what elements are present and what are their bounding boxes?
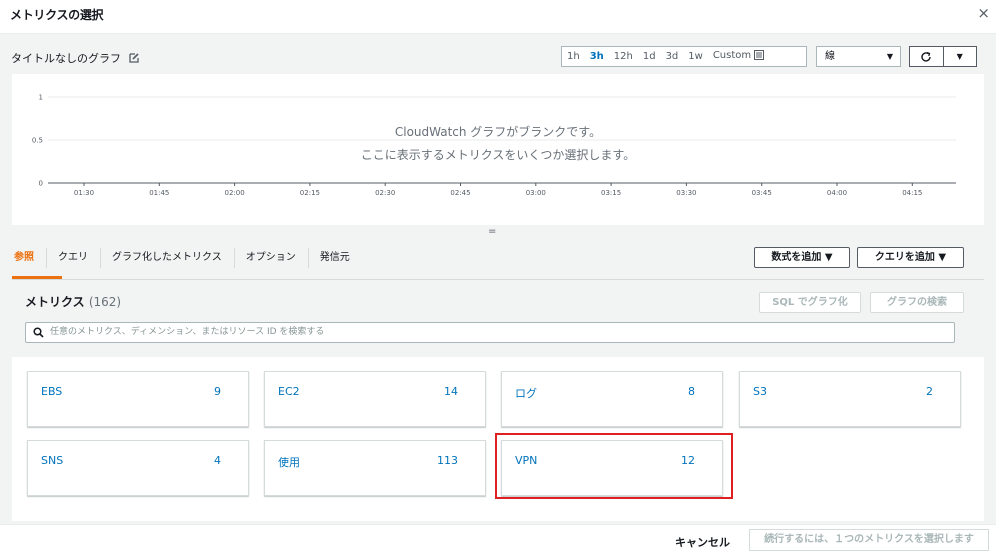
calendar-icon	[754, 48, 765, 67]
time-range-1d[interactable]: 1d	[638, 47, 661, 66]
close-icon[interactable]: ×	[977, 4, 990, 22]
chevron-down-icon: ▼	[886, 52, 893, 61]
modal-title: メトリクスの選択	[10, 8, 104, 22]
chart-type-select[interactable]: 線 ▼	[816, 46, 901, 67]
namespace-count: 14	[444, 385, 458, 398]
y-tick-label: 0	[39, 180, 43, 188]
namespace-count: 9	[214, 385, 221, 398]
graph-title[interactable]: タイトルなしのグラフ	[11, 50, 139, 66]
x-tick-label: 02:30	[375, 189, 395, 197]
namespace-name: 使用	[278, 456, 300, 469]
tab-bar: 参照 クエリ グラフ化したメトリクス オプション 発信元	[12, 246, 362, 270]
tab-graphed-metrics[interactable]: グラフ化したメトリクス	[100, 246, 234, 270]
sql-graph-button[interactable]: SQL でグラフ化	[759, 292, 861, 313]
refresh-menu-button[interactable]: ▼	[942, 47, 977, 66]
x-tick-label: 03:00	[526, 189, 546, 197]
search-placeholder: 任意のメトリクス、ディメンション、またはリソース ID を検索する	[50, 327, 325, 337]
namespace-count: 4	[214, 454, 221, 467]
x-tick-label: 04:00	[827, 189, 847, 197]
namespace-card-sns[interactable]: SNS 4	[27, 440, 249, 496]
namespace-count: 8	[688, 385, 695, 398]
y-tick-label: 1	[39, 94, 43, 102]
namespace-name: SNS	[41, 454, 64, 467]
empty-message-line2: ここに表示するメトリクスをいくつか選択します。	[360, 148, 636, 162]
tab-source[interactable]: 発信元	[307, 246, 362, 270]
search-input[interactable]: 任意のメトリクス、ディメンション、またはリソース ID を検索する	[25, 322, 955, 343]
x-tick-label: 01:45	[149, 189, 169, 197]
modal-header: メトリクスの選択 ×	[0, 0, 996, 34]
add-math-button[interactable]: 数式を追加 ▼	[754, 247, 850, 268]
time-range-3h[interactable]: 3h	[585, 47, 609, 66]
chart-area: 1 0.5 0 01:30 01:45 02:00 02:15 02:30 02:45 03:00…	[12, 74, 984, 225]
tab-options[interactable]: オプション	[233, 246, 308, 270]
graph-title-text: タイトルなしのグラフ	[11, 52, 121, 65]
add-query-button[interactable]: クエリを追加 ▼	[857, 247, 964, 268]
custom-label: Custom	[712, 50, 752, 61]
caret-down-icon: ▼	[956, 52, 963, 61]
time-range-selector: 1h 3h 12h 1d 3d 1w Custom	[561, 46, 807, 67]
refresh-group: ▼	[909, 46, 977, 67]
namespace-card-usage[interactable]: 使用 113	[264, 440, 486, 496]
time-range-1h[interactable]: 1h	[562, 47, 585, 66]
namespace-count: 2	[926, 385, 933, 398]
x-tick-label: 02:15	[300, 189, 320, 197]
modal-footer: キャンセル 続行するには、１つのメトリクスを選択します	[0, 524, 996, 555]
namespace-name: S3	[753, 385, 767, 398]
time-range-3d[interactable]: 3d	[661, 47, 684, 66]
cancel-button[interactable]: キャンセル	[675, 534, 730, 550]
namespace-card-ebs[interactable]: EBS 9	[27, 371, 249, 427]
x-tick-label: 04:15	[902, 189, 922, 197]
x-tick-label: 02:45	[450, 189, 470, 197]
metrics-count: (162)	[88, 295, 122, 309]
namespace-card-ec2[interactable]: EC2 14	[264, 371, 486, 427]
time-range-1w[interactable]: 1w	[683, 47, 708, 66]
refresh-icon	[921, 51, 931, 62]
tab-divider	[12, 279, 984, 280]
resize-handle[interactable]: =	[488, 226, 496, 237]
chart-type-value: 線	[825, 51, 835, 62]
namespace-card-logs[interactable]: ログ 8	[501, 371, 723, 427]
x-tick-label: 01:30	[74, 189, 94, 197]
tab-query[interactable]: クエリ	[46, 246, 100, 270]
time-range-12h[interactable]: 12h	[609, 47, 638, 66]
active-tab-indicator	[12, 276, 62, 279]
metrics-heading: メトリクス (162)	[25, 293, 121, 310]
tab-browse[interactable]: 参照	[12, 246, 46, 270]
highlight-box	[495, 433, 733, 499]
namespace-name: EBS	[41, 385, 63, 398]
metrics-title: メトリクス	[25, 295, 85, 309]
x-tick-label: 03:15	[601, 189, 621, 197]
search-icon	[33, 327, 44, 346]
namespace-count: 113	[437, 454, 458, 467]
time-range-custom[interactable]: Custom	[708, 46, 769, 67]
edit-icon[interactable]	[128, 53, 139, 66]
x-tick-label: 03:30	[676, 189, 696, 197]
namespace-name: ログ	[515, 387, 537, 400]
x-tick-label: 03:45	[752, 189, 772, 197]
graph-search-button[interactable]: グラフの検索	[870, 292, 964, 313]
empty-message-line1: CloudWatch グラフがブランクです。	[394, 125, 602, 139]
namespace-name: EC2	[278, 385, 300, 398]
continue-button[interactable]: 続行するには、１つのメトリクスを選択します	[749, 529, 989, 551]
namespace-card-s3[interactable]: S3 2	[739, 371, 961, 427]
refresh-button[interactable]	[910, 47, 943, 66]
x-tick-label: 02:00	[225, 189, 245, 197]
